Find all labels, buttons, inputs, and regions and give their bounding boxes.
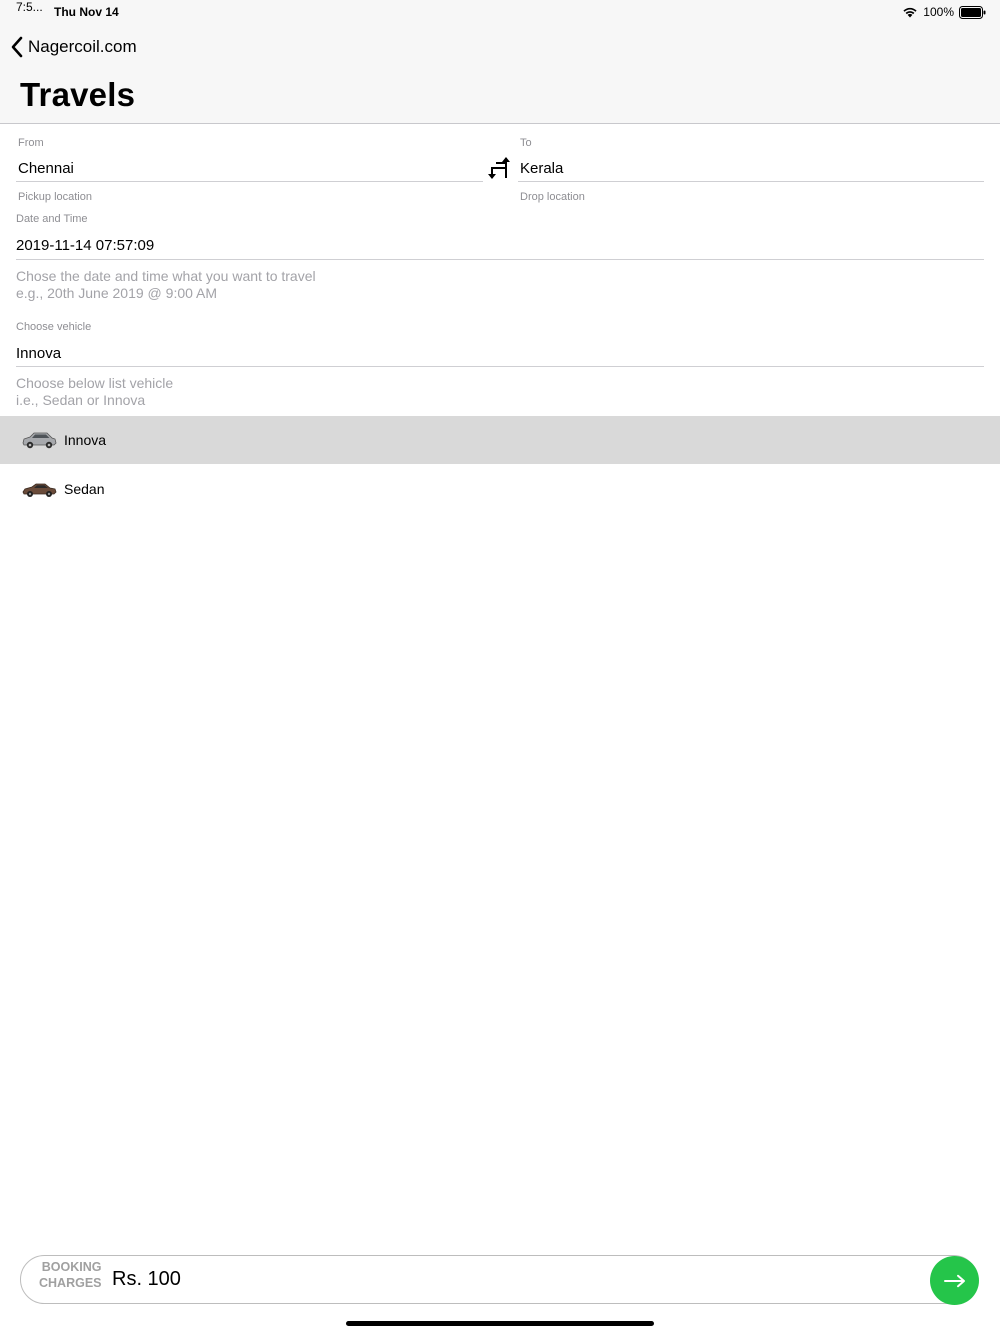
- booking-charges-value: Rs. 100: [112, 1268, 181, 1290]
- home-indicator[interactable]: [346, 1321, 654, 1326]
- from-label: From: [18, 137, 44, 149]
- datetime-hint-line2: e.g., 20th June 2019 @ 9:00 AM: [16, 285, 218, 301]
- from-underline: [16, 181, 483, 182]
- vehicle-label: Choose vehicle: [16, 321, 92, 333]
- vehicle-underline: [16, 366, 984, 367]
- navigation-bar: 7:5... Thu Nov 14 100% Nagercoil.com Tra…: [0, 0, 1000, 124]
- back-button-label: Nagercoil.com: [28, 37, 137, 56]
- sedan-car-icon: [22, 483, 57, 497]
- vehicle-hint-line2: i.e., Sedan or Innova: [16, 392, 146, 408]
- datetime-hint: Chose the date and time what you want to…: [16, 268, 316, 302]
- datetime-label: Date and Time: [16, 213, 88, 225]
- vehicle-option-innova[interactable]: Innova: [0, 416, 1000, 464]
- to-field[interactable]: Kerala: [520, 160, 563, 177]
- vehicle-field[interactable]: Innova: [16, 345, 61, 362]
- proceed-button[interactable]: [930, 1256, 979, 1305]
- battery-percent: 100%: [923, 5, 954, 19]
- datetime-underline: [16, 259, 984, 260]
- to-label: To: [520, 137, 532, 149]
- to-hint: Drop location: [520, 191, 585, 203]
- suv-car-icon: [22, 432, 57, 449]
- vehicle-option-label: Innova: [64, 432, 107, 448]
- status-time: 7:5...: [16, 0, 43, 14]
- swap-icon[interactable]: [486, 154, 514, 182]
- chevron-left-icon: [11, 36, 23, 58]
- arrow-right-icon: [943, 1274, 965, 1287]
- vehicle-option-label: Sedan: [64, 481, 105, 497]
- back-button[interactable]: Nagercoil.com: [10, 36, 137, 58]
- booking-charges-label: BOOKING CHARGES: [39, 1259, 102, 1291]
- from-field[interactable]: Chennai: [18, 160, 74, 177]
- from-hint: Pickup location: [18, 191, 92, 203]
- vehicle-hint-line1: Choose below list vehicle: [16, 375, 174, 391]
- battery-icon: [959, 5, 986, 19]
- to-underline: [518, 181, 984, 182]
- status-date: Thu Nov 14: [54, 5, 119, 19]
- datetime-hint-line1: Chose the date and time what you want to…: [16, 268, 316, 284]
- wifi-icon: [903, 7, 917, 18]
- vehicle-option-sedan[interactable]: Sedan: [0, 465, 1000, 513]
- datetime-field[interactable]: 2019-11-14 07:57:09: [16, 237, 154, 254]
- booking-label-line2: CHARGES: [39, 1276, 102, 1290]
- vehicle-hint: Choose below list vehicle i.e., Sedan or…: [16, 375, 173, 409]
- status-indicators: 100%: [902, 4, 986, 20]
- booking-charges-bar: BOOKING CHARGES Rs. 100: [20, 1255, 978, 1304]
- page-title: Travels: [20, 76, 136, 113]
- booking-label-line1: BOOKING: [41, 1260, 102, 1274]
